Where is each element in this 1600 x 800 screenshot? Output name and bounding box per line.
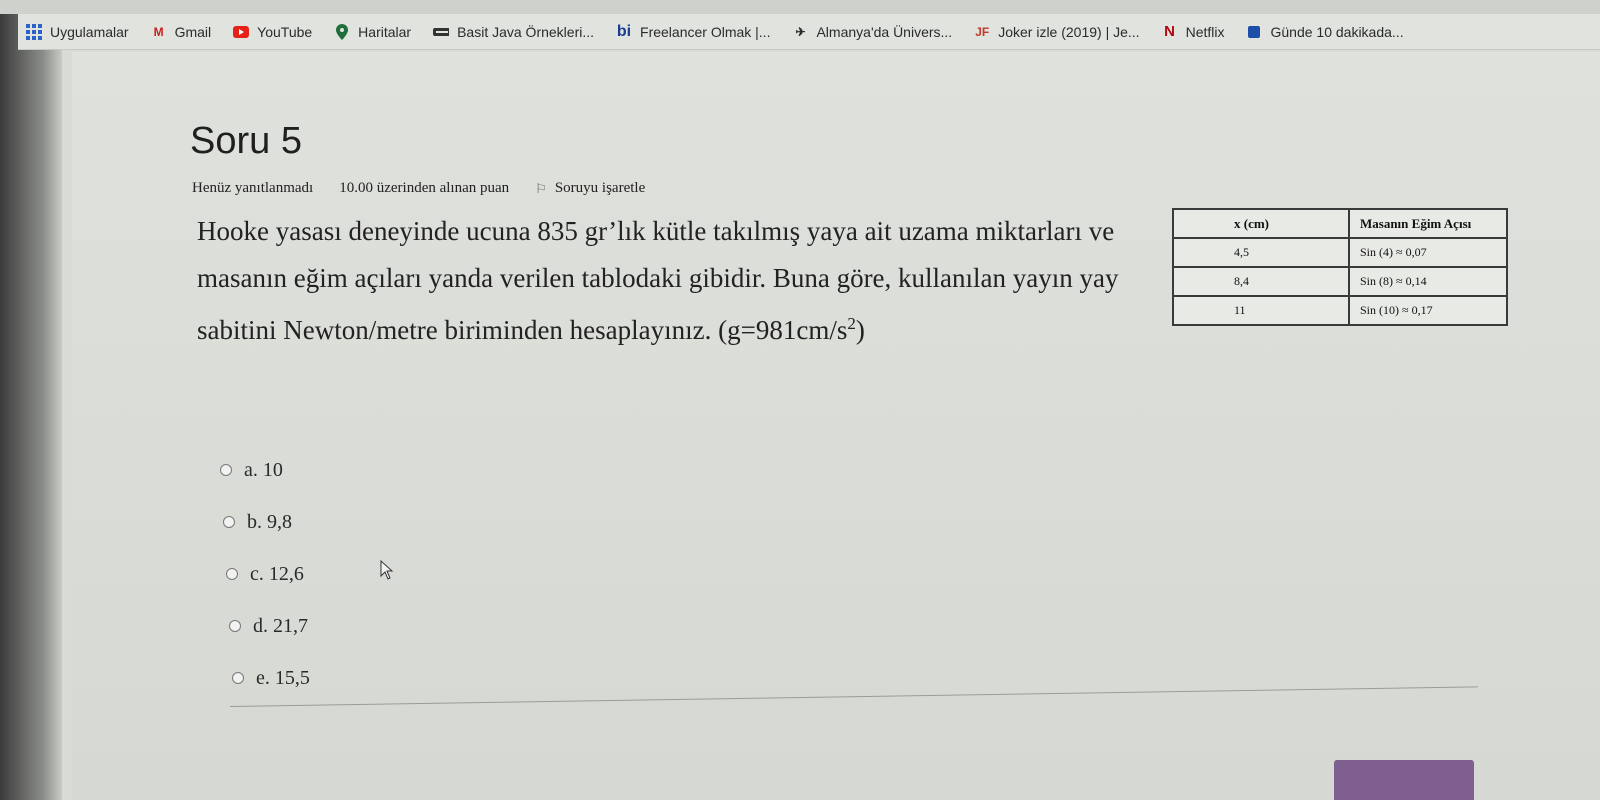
table-cell: 11 [1172,295,1350,326]
table-header-row: x (cm) Masanın Eğim Açısı [1172,208,1508,239]
option-c[interactable]: c. 12,6 [226,548,310,600]
bookmark-gmail[interactable]: M Gmail [151,24,212,40]
netflix-icon: N [1164,23,1175,40]
option-label: e. 15,5 [256,666,310,689]
bookmark-label: Freelancer Olmak |... [640,23,771,40]
plane-icon: ✈ [795,24,806,39]
bookmark-label: Basit Java Örnekleri... [457,23,595,40]
option-label: a. 10 [244,458,283,481]
java-icon [433,25,450,39]
bookmark-haritalar[interactable]: Haritalar [334,23,412,40]
exponent: 2 [847,314,856,333]
bookmark-label: YouTube [257,23,313,40]
question-end: ) [855,315,865,345]
table-cell: Sin (8) ≈ 0,14 [1348,266,1508,297]
bookmark-label: Gmail [174,23,212,40]
table-cell: Sin (4) ≈ 0,07 [1348,237,1508,268]
bookmark-joker[interactable]: JF Joker izle (2019) | Je... [974,24,1139,40]
bookmark-icon [1246,25,1262,39]
table-row: 8,4 Sin (8) ≈ 0,14 [1172,266,1508,297]
table-row: 4,5 Sin (4) ≈ 0,07 [1172,237,1508,268]
answer-options: a. 10 b. 9,8 c. 12,6 d. 21,7 e. 15,5 [220,444,310,704]
radio-button[interactable] [223,516,235,528]
option-d[interactable]: d. 21,7 [229,600,310,652]
bookmark-youtube[interactable]: YouTube [233,24,312,40]
bookmark-label: Almanya'da Ünivers... [816,23,953,40]
radio-button[interactable] [232,672,244,684]
flag-label: Soruyu işaretle [554,180,646,196]
apps-grid-icon [26,23,42,40]
bookmark-freelancer[interactable]: bi Freelancer Olmak |... [616,22,771,40]
table-cell: 8,4 [1172,266,1350,297]
bi-icon: bi [616,22,632,40]
option-e[interactable]: e. 15,5 [232,652,310,704]
table-row: 11 Sin (10) ≈ 0,17 [1172,295,1508,326]
table-header-angle: Masanın Eğim Açısı [1348,208,1508,239]
table-cell: Sin (10) ≈ 0,17 [1348,295,1508,326]
option-label: c. 12,6 [250,562,304,585]
table-header-x: x (cm) [1172,208,1350,239]
question-status: Henüz yanıtlanmadı [192,180,314,196]
question-info: Henüz yanıtlanmadı 10.00 üzerinden alına… [192,180,645,197]
radio-button[interactable] [220,464,232,476]
tab-strip [0,0,1600,14]
bookmark-apps[interactable]: Uygulamalar [26,23,129,40]
data-table: x (cm) Masanın Eğim Açısı 4,5 Sin (4) ≈ … [1172,208,1508,326]
radio-button[interactable] [226,568,238,580]
option-label: d. 21,7 [253,614,308,637]
radio-button[interactable] [229,620,241,632]
option-label: b. 9,8 [247,510,292,533]
gmail-icon: M [153,24,164,39]
bookmark-label: Joker izle (2019) | Je... [998,23,1140,40]
mouse-cursor-icon [380,560,394,580]
option-b[interactable]: b. 9,8 [223,496,310,548]
flag-question-link[interactable]: ⚐ Soruyu işaretle [535,180,645,197]
youtube-icon [233,25,250,39]
flag-icon: ⚐ [535,180,547,196]
bookmark-gunde[interactable]: Günde 10 dakikada... [1246,23,1404,40]
bookmark-label: Günde 10 dakikada... [1270,23,1404,40]
bookmark-java[interactable]: Basit Java Örnekleri... [433,24,594,40]
maps-pin-icon [334,23,350,40]
question-body: Hooke yasası deneyinde ucuna 835 gr’lık … [197,216,1119,345]
table-cell: 4,5 [1172,237,1350,268]
jf-icon: JF [975,24,990,39]
screen-bezel [0,0,62,800]
bookmarks-bar: Uygulamalar M Gmail YouTube Haritalar Ba… [18,14,1600,50]
bookmark-netflix[interactable]: N Netflix [1162,23,1225,40]
bookmark-almanya[interactable]: ✈ Almanya'da Ünivers... [792,24,952,40]
question-points: 10.00 üzerinden alınan puan [339,180,510,196]
bookmark-label: Uygulamalar [50,23,129,40]
bookmark-label: Haritalar [358,23,412,40]
question-text: Hooke yasası deneyinde ucuna 835 gr’lık … [197,208,1147,354]
question-title: Soru 5 [190,120,302,162]
option-a[interactable]: a. 10 [220,444,310,496]
bookmark-label: Netflix [1185,23,1225,40]
next-page-button[interactable] [1334,760,1474,800]
